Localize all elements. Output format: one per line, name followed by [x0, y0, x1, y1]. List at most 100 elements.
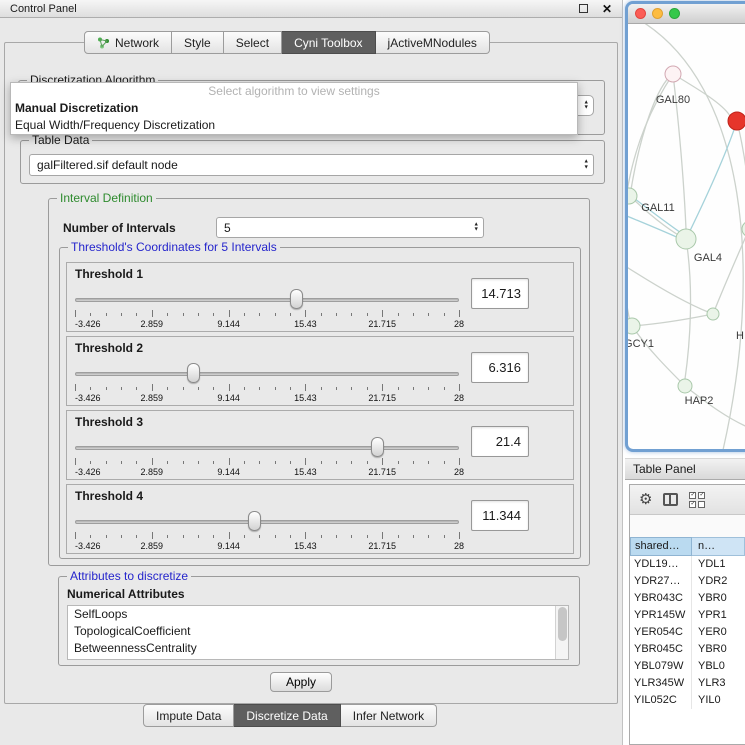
table-row[interactable]: YIL052C YIL0	[630, 692, 745, 709]
threshold-value-field[interactable]: 21.4	[471, 426, 529, 457]
table-row[interactable]: YDR27… YDR2	[630, 573, 745, 590]
float-window-icon[interactable]	[579, 4, 588, 13]
table-cell[interactable]: YLR345W	[630, 675, 692, 692]
threshold-slider[interactable]: -3.426 2.859 9.144 15.43 21.715 28	[75, 505, 459, 553]
threshold-label: Threshold 3	[75, 415, 143, 429]
table-cell[interactable]: YDL1	[692, 556, 745, 573]
slider-thumb[interactable]	[371, 437, 384, 457]
tick-mark	[75, 458, 76, 465]
threshold-value-field[interactable]: 14.713	[471, 278, 529, 309]
table-row[interactable]: YBL079W YBL0	[630, 658, 745, 675]
column-header-shared-name[interactable]: shared…	[630, 537, 692, 556]
network-node[interactable]	[707, 308, 719, 320]
table-row[interactable]: YBR045C YBR0	[630, 641, 745, 658]
slider-track[interactable]	[75, 446, 459, 450]
algorithm-option-equal-width[interactable]: Equal Width/Frequency Discretization	[11, 117, 577, 134]
tab-jactivemnodules[interactable]: jActiveMNodules	[376, 31, 490, 54]
table-cell[interactable]: YIL052C	[630, 692, 692, 709]
threshold-label: Threshold 1	[75, 267, 143, 281]
tab-style[interactable]: Style	[172, 31, 224, 54]
list-item[interactable]: TopologicalCoefficient	[68, 623, 568, 640]
tick-label: 9.144	[217, 541, 240, 551]
list-scrollbar[interactable]	[555, 606, 568, 659]
table-cell[interactable]: YIL0	[692, 692, 745, 709]
network-canvas[interactable]: GAL80 GAL11 GAL4 GCY1 HAP2 H	[628, 24, 745, 449]
tick-mark	[75, 384, 76, 391]
network-node[interactable]	[728, 112, 745, 130]
table-cell[interactable]: YER054C	[630, 624, 692, 641]
table-row[interactable]: YDL19… YDL1	[630, 556, 745, 573]
tick-mark	[106, 313, 107, 316]
table-cell[interactable]: YBL0	[692, 658, 745, 675]
slider-track[interactable]	[75, 372, 459, 376]
tick-mark	[290, 313, 291, 316]
threshold-slider[interactable]: -3.426 2.859 9.144 15.43 21.715 28	[75, 357, 459, 405]
table-cell[interactable]: YER0	[692, 624, 745, 641]
table-toolbar: ⚙ ✓✓✓	[630, 485, 745, 515]
slider-track[interactable]	[75, 298, 459, 302]
threshold-slider[interactable]: -3.426 2.859 9.144 15.43 21.715 28	[75, 431, 459, 479]
table-cell[interactable]: YPR145W	[630, 607, 692, 624]
table-cell[interactable]: YBR045C	[630, 641, 692, 658]
network-window-titlebar[interactable]	[628, 4, 745, 24]
table-cell[interactable]: YDL19…	[630, 556, 692, 573]
threshold-label: Threshold 2	[75, 341, 143, 355]
scrollbar-thumb[interactable]	[558, 607, 567, 641]
network-edge	[737, 121, 745, 224]
slider-thumb[interactable]	[248, 511, 261, 531]
slider-thumb[interactable]	[187, 363, 200, 383]
table-data-combobox[interactable]: galFiltered.sif default node ▲▼	[29, 154, 594, 176]
table-cell[interactable]: YDR27…	[630, 573, 692, 590]
number-of-intervals-label: Number of Intervals	[63, 221, 176, 235]
threshold-value-field[interactable]: 11.344	[471, 500, 529, 531]
tab-select[interactable]: Select	[224, 31, 282, 54]
close-panel-icon[interactable]: ✕	[602, 2, 612, 16]
tab-impute-data[interactable]: Impute Data	[143, 704, 234, 727]
table-row[interactable]: YBR043C YBR0	[630, 590, 745, 607]
tick-mark	[183, 313, 184, 316]
table-cell[interactable]: YBR0	[692, 641, 745, 658]
table-cell[interactable]: YBL079W	[630, 658, 692, 675]
table-cell[interactable]: YBR043C	[630, 590, 692, 607]
tab-network[interactable]: Network	[84, 31, 172, 54]
tab-infer-network[interactable]: Infer Network	[341, 704, 437, 727]
columns-icon[interactable]	[663, 493, 678, 506]
gear-icon[interactable]: ⚙	[639, 492, 652, 507]
slider-thumb[interactable]	[290, 289, 303, 309]
apply-button[interactable]: Apply	[270, 672, 332, 692]
network-node[interactable]	[678, 379, 692, 393]
tab-discretize-data[interactable]: Discretize Data	[234, 704, 340, 727]
select-rows-icon[interactable]: ✓✓✓	[689, 492, 705, 508]
tick-mark	[321, 387, 322, 390]
network-node[interactable]	[665, 66, 681, 82]
column-header-name[interactable]: n…	[692, 537, 745, 556]
tick-mark	[152, 310, 153, 317]
table-row[interactable]: YLR345W YLR3	[630, 675, 745, 692]
tick-mark	[152, 458, 153, 465]
attributes-list[interactable]: SelfLoops TopologicalCoefficient Between…	[67, 605, 569, 660]
attributes-group-label: Attributes to discretize	[67, 569, 191, 583]
table-cell[interactable]: YDR2	[692, 573, 745, 590]
list-item[interactable]: SelfLoops	[68, 606, 568, 623]
node-label-hap2: HAP2	[685, 395, 714, 407]
table-row[interactable]: YPR145W YPR1	[630, 607, 745, 624]
table-cell[interactable]: YPR1	[692, 607, 745, 624]
table-row[interactable]: YER054C YER0	[630, 624, 745, 641]
tick-mark	[336, 535, 337, 538]
list-item[interactable]: BetweennessCentrality	[68, 640, 568, 657]
network-node[interactable]	[676, 229, 696, 249]
zoom-window-icon[interactable]	[669, 8, 680, 19]
close-window-icon[interactable]	[635, 8, 646, 19]
threshold-slider[interactable]: -3.426 2.859 9.144 15.43 21.715 28	[75, 283, 459, 331]
network-edge	[713, 234, 745, 314]
threshold-value-field[interactable]: 6.316	[471, 352, 529, 383]
network-node[interactable]	[628, 318, 640, 334]
tab-cyni-toolbox[interactable]: Cyni Toolbox	[282, 31, 375, 54]
table-cell[interactable]: YLR3	[692, 675, 745, 692]
algorithm-placeholder-item[interactable]: Select algorithm to view settings	[11, 83, 577, 100]
algorithm-option-manual[interactable]: Manual Discretization	[11, 100, 577, 117]
minimize-window-icon[interactable]	[652, 8, 663, 19]
slider-track[interactable]	[75, 520, 459, 524]
table-cell[interactable]: YBR0	[692, 590, 745, 607]
number-of-intervals-combobox[interactable]: 5 ▲▼	[216, 217, 484, 238]
